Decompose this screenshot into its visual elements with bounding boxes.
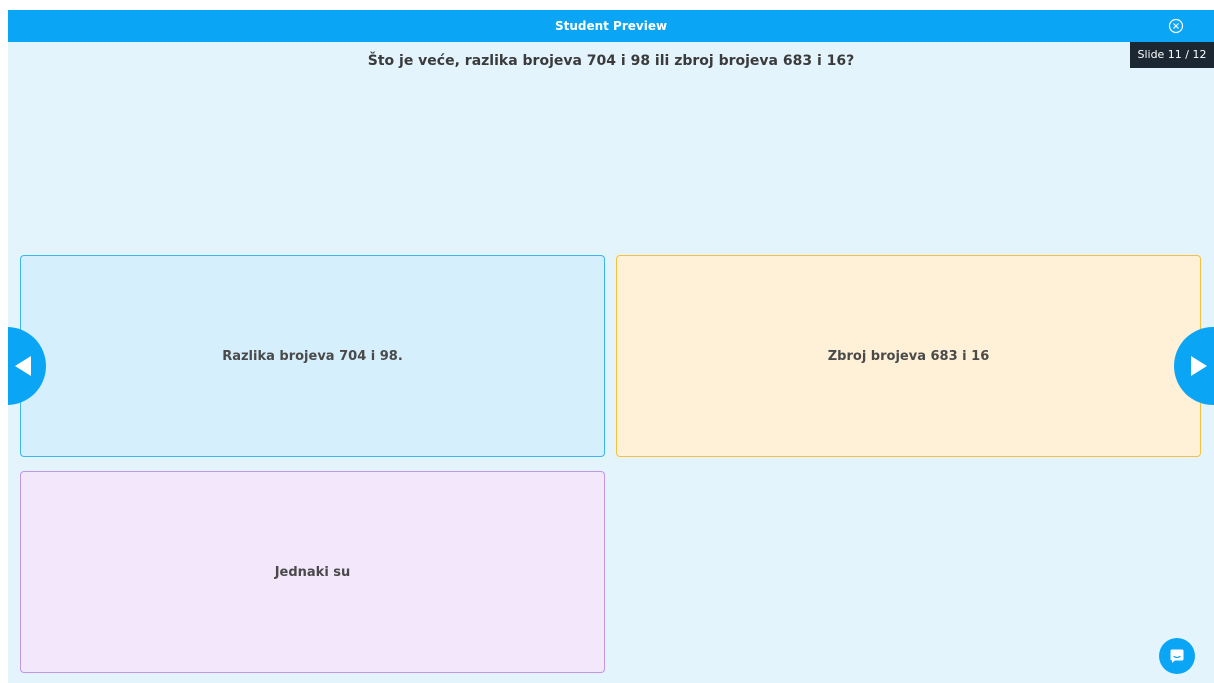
close-icon[interactable]: [1168, 18, 1184, 34]
preview-title: Student Preview: [554, 19, 668, 33]
triangle-left-icon: [15, 356, 31, 376]
answer-option-2[interactable]: Zbroj brojeva 683 i 16: [616, 255, 1201, 457]
chat-button[interactable]: [1159, 638, 1195, 674]
answer-option-label: Jednaki su: [274, 564, 351, 580]
top-bar: Student Preview: [8, 10, 1214, 42]
question-text: Što je veće, razlika brojeva 704 i 98 il…: [367, 53, 855, 69]
preview-frame: Student Preview Slide 11 / 12 Što je već…: [8, 10, 1214, 683]
answer-option-label: Razlika brojeva 704 i 98.: [222, 348, 403, 364]
chat-bubble-icon: [1170, 649, 1184, 663]
answer-option-3[interactable]: Jednaki su: [20, 471, 605, 673]
triangle-right-icon: [1191, 356, 1207, 376]
answer-option-1[interactable]: Razlika brojeva 704 i 98.: [20, 255, 605, 457]
answer-option-label: Zbroj brojeva 683 i 16: [827, 348, 990, 364]
